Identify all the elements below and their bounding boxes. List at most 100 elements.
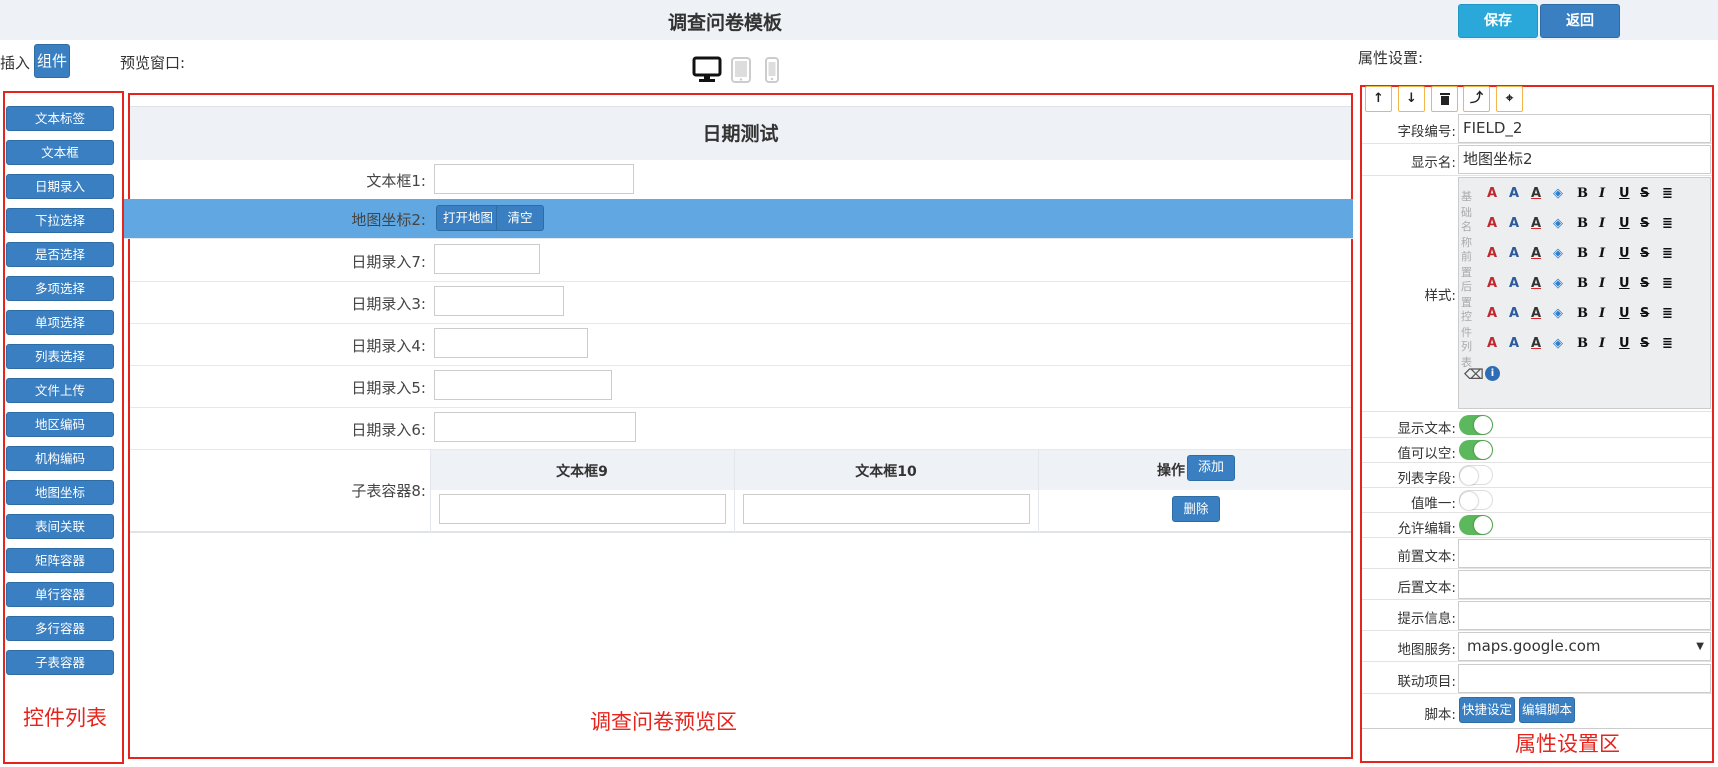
date-input[interactable]	[434, 244, 540, 274]
font-family-icon[interactable]: A	[1487, 305, 1497, 323]
fill-color-icon[interactable]: ◈	[1553, 335, 1563, 353]
underline-icon[interactable]: U	[1619, 185, 1630, 203]
strikethrough-icon[interactable]: S	[1640, 275, 1649, 293]
unique-toggle[interactable]	[1459, 490, 1493, 510]
italic-icon[interactable]: I	[1599, 305, 1605, 323]
font-color-icon[interactable]: A	[1531, 215, 1541, 233]
italic-icon[interactable]: I	[1599, 335, 1605, 353]
strikethrough-icon[interactable]: S	[1640, 245, 1649, 263]
trash-icon[interactable]	[1431, 86, 1458, 112]
component-button-org-code[interactable]: 机构编码	[6, 446, 114, 471]
component-button-yes-no[interactable]: 是否选择	[6, 242, 114, 267]
italic-icon[interactable]: I	[1599, 215, 1605, 233]
save-button[interactable]: 保存	[1458, 4, 1538, 38]
suffix-input[interactable]	[1458, 570, 1711, 599]
fill-color-icon[interactable]: ◈	[1553, 275, 1563, 293]
date-input[interactable]	[434, 328, 588, 358]
hint-input[interactable]	[1458, 601, 1711, 630]
fill-color-icon[interactable]: ◈	[1553, 305, 1563, 323]
component-button-list-select[interactable]: 列表选择	[6, 344, 114, 369]
component-button-single-select[interactable]: 单项选择	[6, 310, 114, 335]
form-row-map-selected[interactable]: 地图坐标2: 打开地图 清空	[124, 199, 1353, 239]
component-button-map-coord[interactable]: 地图坐标	[6, 480, 114, 505]
italic-icon[interactable]: I	[1599, 245, 1605, 263]
editable-toggle[interactable]	[1459, 515, 1493, 535]
phone-icon[interactable]	[764, 56, 780, 84]
list-field-toggle[interactable]	[1459, 465, 1493, 485]
subtable-textbox-input[interactable]	[439, 494, 726, 524]
arrow-up-icon[interactable]: ↑	[1365, 86, 1392, 112]
font-color-icon[interactable]: A	[1531, 305, 1541, 323]
quick-set-button[interactable]: 快捷设定	[1459, 697, 1515, 723]
bold-icon[interactable]: B	[1577, 245, 1588, 263]
component-button-subtable[interactable]: 子表容器	[6, 650, 114, 675]
underline-icon[interactable]: U	[1619, 245, 1630, 263]
italic-icon[interactable]: I	[1599, 185, 1605, 203]
align-icon[interactable]: ≣	[1662, 245, 1673, 263]
align-icon[interactable]: ≣	[1662, 335, 1673, 353]
font-color-icon[interactable]: A	[1531, 275, 1541, 293]
date-input[interactable]	[434, 286, 564, 316]
font-family-icon[interactable]: A	[1487, 335, 1497, 353]
add-row-button[interactable]: 添加	[1187, 455, 1235, 481]
strikethrough-icon[interactable]: S	[1640, 185, 1649, 203]
field-id-input[interactable]: FIELD_2	[1458, 114, 1711, 143]
textbox-input[interactable]	[434, 164, 634, 194]
clear-button[interactable]: 清空	[496, 205, 544, 231]
strikethrough-icon[interactable]: S	[1640, 215, 1649, 233]
bold-icon[interactable]: B	[1577, 305, 1588, 323]
show-text-toggle[interactable]	[1459, 415, 1493, 435]
bold-icon[interactable]: B	[1577, 185, 1588, 203]
delete-row-button[interactable]: 删除	[1172, 496, 1220, 522]
date-input[interactable]	[434, 412, 636, 442]
component-button-file-upload[interactable]: 文件上传	[6, 378, 114, 403]
component-button-multi-row[interactable]: 多行容器	[6, 616, 114, 641]
component-button-text-label[interactable]: 文本标签	[6, 106, 114, 131]
underline-icon[interactable]: U	[1619, 215, 1630, 233]
bold-icon[interactable]: B	[1577, 215, 1588, 233]
fill-color-icon[interactable]: ◈	[1553, 215, 1563, 233]
fill-color-icon[interactable]: ◈	[1553, 245, 1563, 263]
move-up-icon[interactable]: ⤴	[1463, 86, 1490, 112]
font-size-icon[interactable]: A	[1509, 245, 1519, 263]
map-service-select[interactable]: maps.google.com ▼	[1458, 632, 1711, 661]
font-size-icon[interactable]: A	[1509, 215, 1519, 233]
date-input[interactable]	[434, 370, 612, 400]
edit-script-button[interactable]: 编辑脚本	[1519, 697, 1575, 723]
underline-icon[interactable]: U	[1619, 305, 1630, 323]
underline-icon[interactable]: U	[1619, 275, 1630, 293]
font-family-icon[interactable]: A	[1487, 215, 1497, 233]
font-size-icon[interactable]: A	[1509, 185, 1519, 203]
font-family-icon[interactable]: A	[1487, 275, 1497, 293]
font-size-icon[interactable]: A	[1509, 275, 1519, 293]
component-button-textbox[interactable]: 文本框	[6, 140, 114, 165]
font-family-icon[interactable]: A	[1487, 245, 1497, 263]
align-icon[interactable]: ≣	[1662, 215, 1673, 233]
info-icon[interactable]: i	[1485, 366, 1500, 381]
eraser-icon[interactable]: ⌫	[1464, 366, 1484, 384]
component-button-single-row[interactable]: 单行容器	[6, 582, 114, 607]
strikethrough-icon[interactable]: S	[1640, 335, 1649, 353]
display-name-input[interactable]: 地图坐标2	[1458, 145, 1711, 174]
bold-icon[interactable]: B	[1577, 275, 1588, 293]
font-color-icon[interactable]: A	[1531, 335, 1541, 353]
subtable-textbox-input[interactable]	[743, 494, 1030, 524]
strikethrough-icon[interactable]: S	[1640, 305, 1649, 323]
open-map-button[interactable]: 打开地图	[436, 205, 501, 231]
underline-icon[interactable]: U	[1619, 335, 1630, 353]
component-button-multi-select[interactable]: 多项选择	[6, 276, 114, 301]
back-button[interactable]: 返回	[1540, 4, 1620, 38]
font-family-icon[interactable]: A	[1487, 185, 1497, 203]
prefix-input[interactable]	[1458, 539, 1711, 568]
component-button-date[interactable]: 日期录入	[6, 174, 114, 199]
component-button-table-link[interactable]: 表间关联	[6, 514, 114, 539]
nullable-toggle[interactable]	[1459, 440, 1493, 460]
component-button-dropdown[interactable]: 下拉选择	[6, 208, 114, 233]
component-button-region-code[interactable]: 地区编码	[6, 412, 114, 437]
align-icon[interactable]: ≣	[1662, 305, 1673, 323]
italic-icon[interactable]: I	[1599, 275, 1605, 293]
align-icon[interactable]: ≣	[1662, 185, 1673, 203]
arrow-down-icon[interactable]: ↓	[1398, 86, 1425, 112]
linked-input[interactable]	[1458, 664, 1711, 693]
font-size-icon[interactable]: A	[1509, 305, 1519, 323]
